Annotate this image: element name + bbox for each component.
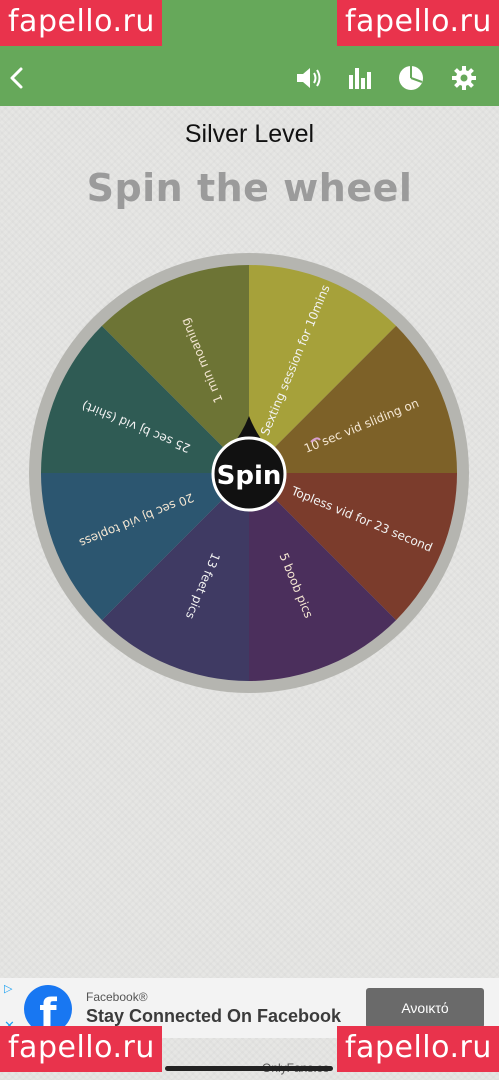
ad-choices-icon[interactable]: ▷	[4, 982, 12, 995]
sound-button[interactable]	[293, 50, 325, 106]
page-title: Spin the wheel	[86, 166, 413, 210]
gear-icon	[452, 66, 476, 90]
sound-icon	[297, 68, 321, 88]
watermark-bottom-right: fapello.ru	[337, 1026, 499, 1072]
level-title: Silver Level	[184, 120, 315, 148]
stats-button[interactable]	[343, 50, 375, 106]
watermark-top-left: fapello.ru	[0, 0, 162, 46]
back-button[interactable]	[4, 50, 30, 106]
watermark-top-right: fapello.ru	[337, 0, 499, 46]
toolbar	[0, 50, 499, 106]
pie-chart-icon	[399, 66, 423, 90]
ad-headline[interactable]: Stay Connected On Facebook	[86, 1006, 341, 1027]
back-icon	[10, 67, 23, 89]
ad-sponsor: Facebook®	[86, 990, 148, 1004]
home-indicator[interactable]	[165, 1066, 333, 1071]
watermark-bottom-left: fapello.ru	[0, 1026, 162, 1072]
ad-open-button[interactable]: Ανοικτό	[366, 988, 484, 1028]
prize-wheel[interactable]: Sexting session for 10mins10 sec vid sli…	[28, 252, 470, 694]
stats-icon	[349, 68, 371, 89]
settings-button[interactable]	[448, 50, 480, 106]
spin-button-label: Spin	[217, 461, 282, 491]
pie-chart-button[interactable]	[395, 50, 427, 106]
